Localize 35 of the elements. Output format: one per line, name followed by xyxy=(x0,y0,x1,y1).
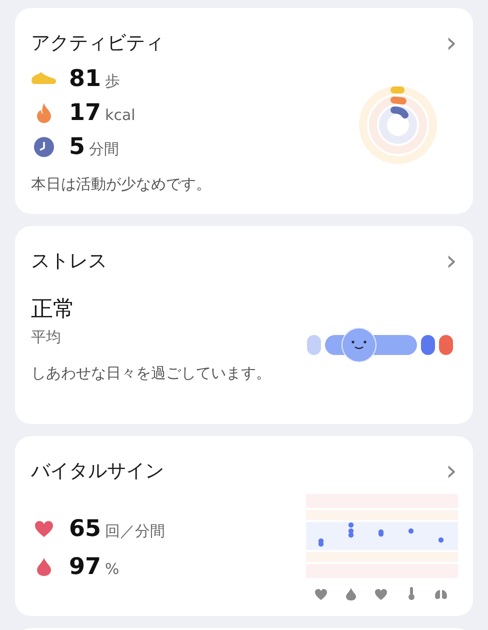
stat-unit: 歩 xyxy=(105,72,120,90)
stat-value: 5 xyxy=(69,134,86,160)
flame-icon xyxy=(36,103,52,123)
chevron-icon[interactable]: › xyxy=(446,33,457,53)
stress-sublabel: 平均 xyxy=(31,328,62,347)
stat-unit: kcal xyxy=(105,106,136,124)
stress-status: 正常 xyxy=(31,296,76,324)
data-point xyxy=(408,528,414,534)
heart-icon xyxy=(315,589,327,600)
drop-icon xyxy=(346,588,356,600)
activity-message: 本日は活動が少なめです。 xyxy=(31,174,211,195)
stat-value: 65 xyxy=(69,516,102,542)
sneaker-icon xyxy=(31,72,57,86)
chevron-icon[interactable]: › xyxy=(446,251,457,271)
stat-value: 81 xyxy=(69,66,102,92)
heart-icon xyxy=(375,589,387,600)
vitals-card[interactable]: バイタルサイン › 65 回／分間 97 % xyxy=(15,436,473,616)
activity-card[interactable]: アクティビティ › 81 歩 17 kcal 5 分間 本日は活動が少なめです。 xyxy=(15,8,473,214)
card-title: ストレス xyxy=(31,249,107,274)
stat-unit: 分間 xyxy=(89,140,120,158)
stat-unit: % xyxy=(105,560,120,578)
lungs-icon xyxy=(435,590,447,600)
heart-icon xyxy=(35,521,53,537)
stress-message: しあわせな日々を過ごしています。 xyxy=(31,363,272,384)
stress-card[interactable]: ストレス › 正常 平均 しあわせな日々を過ごしています。 xyxy=(15,226,473,424)
thermometer-icon xyxy=(408,587,414,600)
stat-unit: 回／分間 xyxy=(105,522,166,540)
card-title: バイタルサイン xyxy=(31,459,164,484)
clock-icon xyxy=(34,137,54,157)
chevron-icon[interactable]: › xyxy=(446,461,457,481)
data-point xyxy=(438,537,444,543)
drop-icon xyxy=(37,558,51,576)
stat-value: 97 xyxy=(69,554,102,580)
card-title: アクティビティ xyxy=(31,31,164,56)
stat-value: 17 xyxy=(69,100,102,126)
